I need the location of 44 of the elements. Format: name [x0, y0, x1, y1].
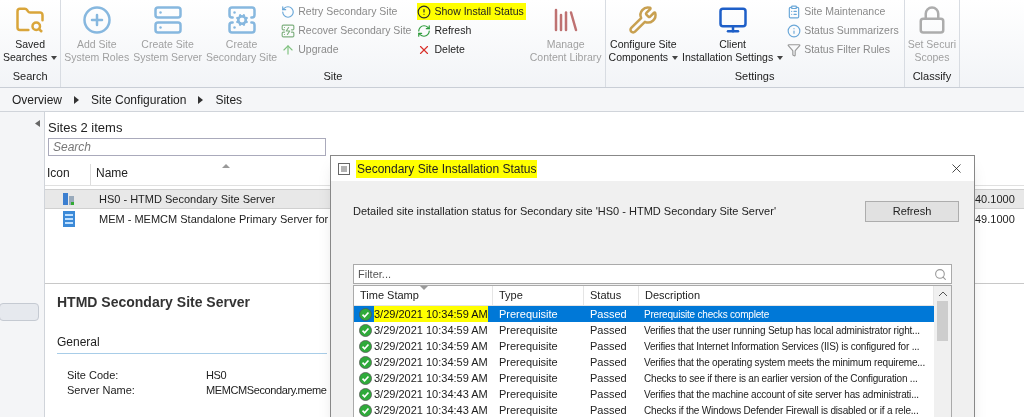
- table-cell-text: Verifies that the operating system meets the minimum requireme...: [643, 355, 926, 370]
- table-cell-text: Passed: [589, 354, 628, 370]
- timestamp: 3/29/2021 10:34:59 AM: [374, 338, 488, 354]
- table-cell-text: Prerequisite: [498, 370, 559, 386]
- timestamp: 3/29/2021 10:34:43 AM: [374, 386, 488, 402]
- site-name: MEM - MEMCM Standalone Primary Server for: [98, 211, 329, 227]
- field-value: MEMCMSecondary.meme: [206, 383, 327, 398]
- table-cell-text: Passed: [589, 322, 628, 338]
- details-title: HTMD Secondary Site Server: [57, 293, 250, 312]
- table-cell-text: Prerequisite: [498, 386, 559, 402]
- table-cell-text: Passed: [589, 370, 628, 386]
- table-cell-text: 40.1000: [975, 191, 1016, 207]
- timestamp: 3/29/2021 10:34:43 AM: [374, 402, 488, 417]
- table-cell-text: Prerequisite: [498, 306, 559, 322]
- table-cell-text: Passed: [589, 386, 628, 402]
- table-cell-text: Checks to see if there is an earlier version of the Configuration ...: [643, 371, 919, 386]
- timestamp: 3/29/2021 10:34:59 AM: [374, 322, 488, 338]
- ribbon-group-label: Classify: [912, 69, 952, 83]
- table-cell-text: Prerequisite checks complete: [643, 307, 770, 322]
- table-cell-text: Passed: [589, 338, 628, 354]
- table-cell-text: Prerequisite: [498, 322, 559, 338]
- dialog-description: Detailed site installation status for Secondary site 'HS0 - HTMD Secondary Site Server': [353, 204, 777, 220]
- table-cell-text: Prerequisite: [498, 402, 559, 417]
- field-value: HS0: [206, 368, 227, 383]
- section-heading: General: [57, 333, 327, 354]
- table-cell-text: Verifies that the machine account of site server has administrati...: [643, 387, 920, 402]
- table-cell-text: 49.1000: [975, 211, 1016, 227]
- field-label: Server Name:: [67, 383, 136, 398]
- table-cell-text: Prerequisite: [498, 338, 559, 354]
- table-cell-text: Checks if the Windows Defender Firewall is disabled or if a rele...: [643, 403, 920, 417]
- list-title: Sites 2 items: [47, 119, 124, 137]
- table-cell-text: Prerequisite: [498, 354, 559, 370]
- ribbon-group-label: Search: [12, 69, 48, 83]
- site-name: HS0 - HTMD Secondary Site Server: [98, 191, 277, 207]
- dialog-title: Secondary Site Installation Status: [356, 159, 538, 178]
- table-cell-text: Verifies that the user running Setup has local administrator right...: [643, 323, 921, 338]
- table-cell-text: Passed: [589, 306, 628, 322]
- ribbon-group-label: Settings: [734, 69, 775, 83]
- table-cell-text: Passed: [589, 402, 628, 417]
- timestamp: 3/29/2021 10:34:59 AM: [374, 354, 488, 370]
- table-cell-text: Verifies that Internet Information Services (IIS) is configured for ...: [643, 339, 921, 354]
- ribbon-group-label: Site: [323, 69, 343, 83]
- field-label: Site Code:: [67, 368, 120, 383]
- timestamp: 3/29/2021 10:34:59 AM: [374, 370, 488, 386]
